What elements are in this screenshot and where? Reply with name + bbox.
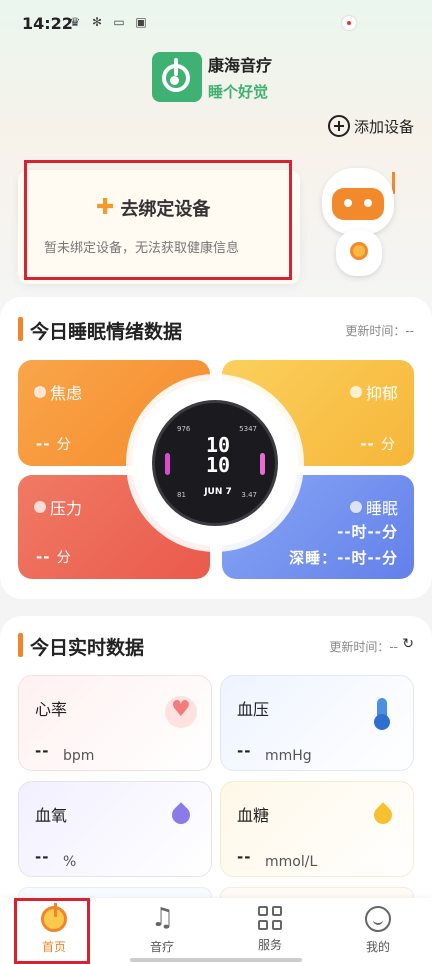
stress-unit: 分 (56, 550, 72, 566)
heart-rate-unit: bpm (63, 748, 95, 764)
blood-sugar-tile[interactable]: 血糖 -- mmol/L (220, 781, 414, 877)
robot-face (332, 188, 384, 220)
depression-value-group: -- 分 (360, 434, 396, 454)
blood-oxygen-label: 血氧 (35, 806, 68, 825)
sleep-label: 睡眠 (365, 499, 398, 518)
stress-value: -- (36, 548, 51, 566)
realtime-update-time: 更新时间：-- (329, 640, 398, 654)
blood-sugar-unit: mmol/L (265, 854, 318, 870)
blood-sugar-value: -- (237, 848, 252, 866)
smartwatch-image: 976 5347 10 10 JUN 7 81 3.47 (132, 380, 298, 546)
add-device-label: 添加设备 (353, 117, 414, 136)
heart-rate-value: -- (35, 742, 50, 760)
tab-service[interactable]: 服务 (230, 906, 310, 953)
sugar-drop-icon (367, 802, 399, 834)
watch-date: JUN 7 (204, 487, 232, 497)
blood-pressure-value: -- (237, 742, 252, 760)
depression-value: -- (360, 435, 375, 453)
music-note-icon (149, 903, 175, 933)
brand-name: 康海音疗 (208, 56, 273, 75)
watch-top-right-stat: 5347 (239, 425, 257, 433)
section-accent-bar (18, 317, 23, 341)
plus-circle-icon (327, 115, 350, 137)
section-accent-bar (18, 633, 23, 657)
watch-right-arc (260, 453, 265, 475)
refresh-icon[interactable]: ↻ (402, 636, 414, 652)
status-bar: 14:22 ♛ ✻ ▭ ▣ (0, 0, 432, 48)
stress-label-group: 压力 (34, 495, 82, 519)
anxiety-value: -- (36, 435, 51, 453)
sleep-label-group: 睡眠 (349, 495, 398, 519)
depression-label-group: 抑郁 (349, 380, 398, 404)
watch-bottom-right-stat: 3.47 (241, 491, 257, 499)
tab-service-label: 服务 (257, 938, 282, 952)
thermometer-icon (367, 696, 399, 730)
sleep-emotion-update-time: 更新时间：-- (345, 324, 414, 338)
watch-face: 976 5347 10 10 JUN 7 81 3.47 (152, 400, 278, 526)
dot-icon (34, 501, 46, 513)
depression-unit: 分 (381, 437, 396, 453)
sleep-emotion-title: 今日睡眠情绪数据 (30, 321, 183, 343)
watch-top-left-stat: 976 (177, 425, 191, 433)
deep-sleep-duration: 深睡：--时--分 (289, 549, 398, 567)
status-time: 14:22 (22, 14, 73, 33)
watch-time: 10 10 (193, 435, 243, 475)
heart-icon (165, 696, 197, 728)
watch-left-arc (165, 453, 170, 475)
depression-label: 抑郁 (365, 384, 398, 403)
add-device-button[interactable]: 添加设备 (327, 115, 414, 137)
notification-dot-icon (342, 16, 356, 30)
blood-oxygen-value: -- (35, 848, 50, 866)
status-icons: ♛ ✻ ▭ ▣ (68, 15, 148, 29)
dot-icon (349, 501, 362, 513)
grid-icon (258, 906, 282, 930)
logo-note-stem (174, 58, 178, 76)
dot-icon (349, 386, 362, 398)
robot-badge (350, 242, 368, 260)
home-tab-highlight-box (14, 898, 90, 964)
logo-note-head (170, 76, 179, 85)
anxiety-unit: 分 (56, 437, 72, 453)
anxiety-label: 焦虑 (50, 384, 83, 403)
robot-mascot-icon (312, 160, 412, 284)
stress-value-group: -- 分 (36, 547, 72, 567)
app-logo (152, 52, 202, 102)
blood-pressure-tile[interactable]: 血压 -- mmHg (220, 675, 414, 771)
tab-sound-therapy-label: 音疗 (149, 940, 174, 954)
tab-mine-label: 我的 (365, 940, 390, 954)
anxiety-label-group: 焦虑 (34, 380, 82, 404)
realtime-title: 今日实时数据 (30, 637, 145, 659)
watch-bottom-left-stat: 81 (177, 491, 186, 499)
watch-minute: 10 (205, 453, 231, 477)
crown-icon: ♛ (69, 15, 81, 29)
sleep-duration: --时--分 (337, 523, 398, 541)
blood-oxygen-tile[interactable]: 血氧 -- % (18, 781, 212, 877)
smile-icon (365, 906, 391, 932)
tab-sound-therapy[interactable]: 音疗 (122, 903, 202, 955)
bluetooth-icon: ✻ (91, 15, 103, 29)
stress-label: 压力 (50, 499, 83, 518)
robot-body (336, 230, 382, 276)
robot-head (322, 168, 394, 234)
home-indicator[interactable] (130, 958, 302, 962)
tab-mine[interactable]: 我的 (338, 906, 418, 955)
watch-hour: 10 (205, 433, 231, 457)
blood-pressure-label: 血压 (237, 700, 270, 719)
dot-icon (34, 386, 46, 398)
keyboard-icon: ▭ (113, 15, 125, 29)
blood-sugar-label: 血糖 (237, 806, 270, 825)
heart-rate-tile[interactable]: 心率 -- bpm (18, 675, 212, 771)
drop-icon (165, 802, 197, 834)
anxiety-value-group: -- 分 (36, 434, 72, 454)
heart-rate-label: 心率 (35, 700, 68, 719)
box-icon: ▣ (135, 15, 147, 29)
blood-oxygen-unit: % (63, 854, 77, 870)
brand-slogan: 睡个好觉 (208, 83, 269, 101)
blood-pressure-unit: mmHg (265, 748, 312, 764)
bind-card-highlight-box (24, 160, 292, 280)
